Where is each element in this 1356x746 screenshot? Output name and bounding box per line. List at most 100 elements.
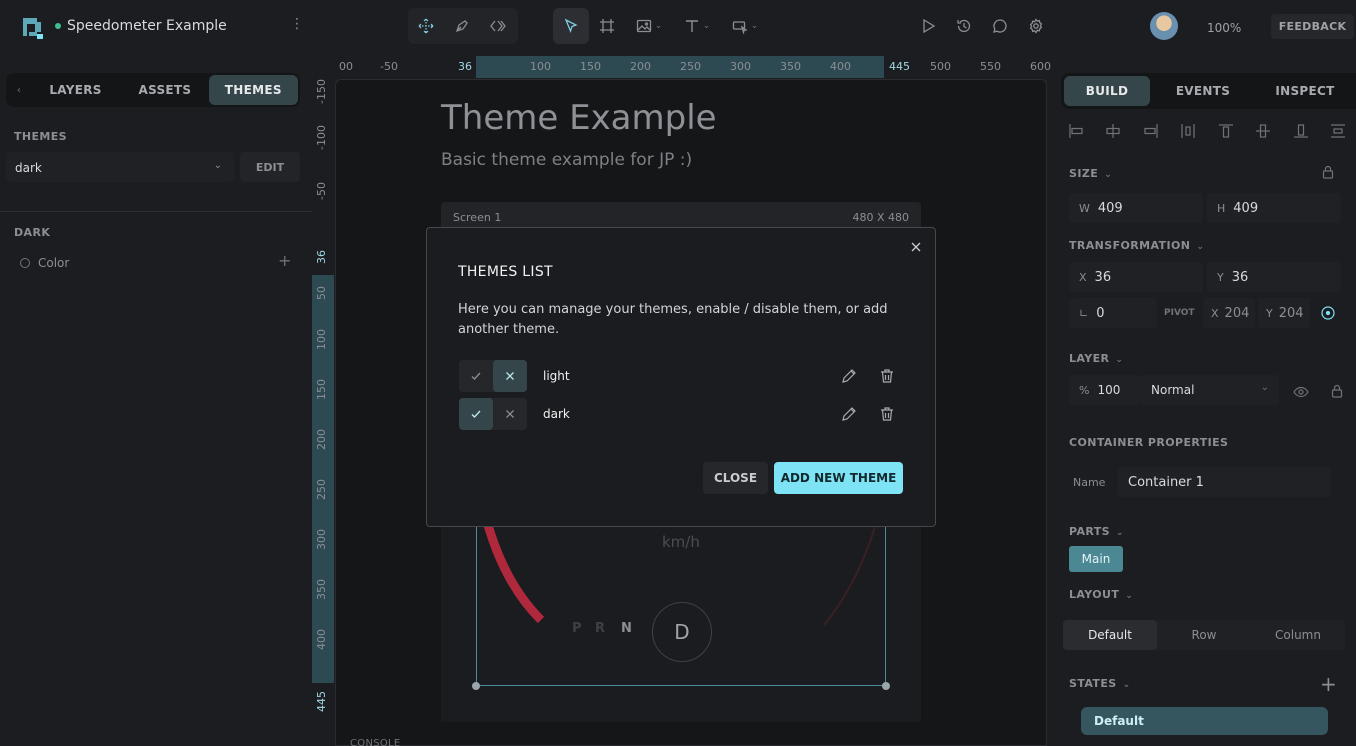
ruler-tick: 200 [315, 429, 328, 450]
pointer-icon[interactable] [553, 8, 589, 44]
add-color-icon[interactable]: + [278, 251, 291, 270]
chevron-down-icon[interactable]: ⌄ [1104, 170, 1112, 180]
layout-column-option[interactable]: Column [1251, 620, 1345, 650]
layer-section-title: LAYER ⌄ [1069, 352, 1123, 365]
ruler-tick: 150 [580, 60, 601, 73]
align-center-h-icon[interactable] [1104, 122, 1122, 140]
layout-row-option[interactable]: Row [1157, 620, 1251, 650]
chevron-down-icon[interactable]: ⌄ [1116, 528, 1124, 538]
app-logo-icon[interactable] [20, 15, 46, 41]
size-section-title: SIZE ⌄ [1069, 167, 1112, 180]
trash-icon[interactable] [879, 368, 895, 384]
zoom-level[interactable]: 100% [1207, 21, 1241, 35]
play-icon[interactable] [910, 8, 946, 44]
close-icon[interactable] [909, 240, 923, 254]
width-field[interactable]: W 409 [1069, 193, 1203, 223]
code-icon[interactable] [480, 8, 516, 44]
layout-section-title: LAYOUT ⌄ [1069, 588, 1133, 601]
gear-d-indicator: D [652, 602, 712, 662]
align-bottom-icon[interactable] [1292, 122, 1310, 140]
comment-icon[interactable] [982, 8, 1018, 44]
enable-check-icon[interactable] [459, 360, 493, 392]
container-name-field[interactable]: Container 1 [1118, 467, 1331, 497]
align-center-v-icon[interactable] [1254, 122, 1272, 140]
align-top-icon[interactable] [1217, 122, 1235, 140]
theme-toggle [459, 360, 527, 392]
x-field[interactable]: X 36 [1069, 262, 1203, 292]
image-icon[interactable]: ⌄ [625, 8, 673, 44]
parts-section-title: PARTS ⌄ [1069, 525, 1124, 538]
disable-x-icon[interactable] [493, 360, 527, 392]
tab-inspect[interactable]: INSPECT [1256, 76, 1354, 106]
pencil-icon[interactable] [841, 368, 857, 384]
dark-section-title: DARK [14, 226, 51, 239]
lock-icon[interactable] [1321, 165, 1335, 179]
layout-title-label: LAYOUT [1069, 588, 1120, 601]
ruler-tick: 200 [630, 60, 651, 73]
color-token-row[interactable]: Color [20, 256, 69, 270]
tab-events[interactable]: EVENTS [1150, 76, 1256, 106]
part-main-chip[interactable]: Main [1069, 546, 1123, 572]
theme-select[interactable]: dark ⌄ [6, 152, 234, 182]
component-icon[interactable]: ⌄ [721, 8, 769, 44]
add-new-theme-button[interactable]: ADD NEW THEME [774, 462, 903, 494]
edit-theme-button[interactable]: EDIT [240, 152, 300, 182]
close-button[interactable]: CLOSE [703, 462, 768, 494]
rotation-field[interactable]: ∟ 0 [1069, 298, 1157, 328]
align-left-icon[interactable] [1067, 122, 1085, 140]
width-value: 409 [1097, 200, 1123, 216]
settings-icon[interactable] [1018, 8, 1054, 44]
states-section-title: STATES ⌄ [1069, 677, 1131, 690]
enable-check-icon[interactable] [459, 398, 493, 430]
chevron-down-icon[interactable]: ⌄ [1196, 242, 1204, 252]
kebab-icon[interactable]: ⋮ [290, 16, 304, 32]
state-default-item[interactable]: Default [1081, 707, 1328, 735]
ruler-tick: 445 [889, 60, 910, 73]
lock-icon[interactable] [1330, 384, 1344, 398]
pivot-y-field[interactable]: Y 204 [1258, 298, 1310, 328]
resize-handle[interactable] [882, 682, 890, 690]
blend-mode-select[interactable]: Normal ⌄ [1141, 375, 1279, 405]
project-name[interactable]: Speedometer Example [55, 18, 227, 34]
disable-x-icon[interactable] [493, 398, 527, 430]
console-toggle[interactable]: CONSOLE [350, 738, 401, 746]
tab-themes[interactable]: THEMES [208, 75, 298, 105]
user-avatar[interactable] [1150, 12, 1178, 40]
gear-r: R [595, 621, 606, 636]
height-label: H [1217, 201, 1226, 215]
feedback-button[interactable]: FEEDBACK [1271, 14, 1354, 39]
chevron-down-icon[interactable]: ⌄ [1115, 355, 1123, 365]
height-field[interactable]: H 409 [1207, 193, 1341, 223]
ruler-tick: 300 [730, 60, 751, 73]
y-field[interactable]: Y 36 [1207, 262, 1341, 292]
opacity-field[interactable]: % 100 [1069, 375, 1141, 405]
ruler-tick: 250 [315, 479, 328, 500]
pencil-icon[interactable] [841, 406, 857, 422]
chevron-down-icon[interactable]: ⌄ [1123, 680, 1131, 690]
pen-icon[interactable] [444, 8, 480, 44]
layout-default-option[interactable]: Default [1063, 620, 1157, 650]
distribute-v-icon[interactable] [1329, 122, 1347, 140]
frame-icon[interactable] [589, 8, 625, 44]
pivot-target-icon[interactable] [1320, 305, 1336, 321]
color-token-label: Color [38, 256, 70, 270]
eye-icon[interactable] [1293, 384, 1309, 400]
text-icon[interactable]: ⌄ [673, 8, 721, 44]
gear-n: N [621, 621, 632, 636]
tab-assets[interactable]: ASSETS [121, 75, 208, 105]
mode-toolbar [408, 8, 518, 44]
resize-handle[interactable] [472, 682, 480, 690]
rotation-value: 0 [1096, 305, 1105, 321]
trash-icon[interactable] [879, 406, 895, 422]
tab-layers[interactable]: LAYERS [30, 75, 121, 105]
move-grid-icon[interactable] [408, 8, 444, 44]
distribute-h-icon[interactable] [1179, 122, 1197, 140]
chevron-down-icon: ⌄ [1260, 382, 1269, 393]
chevron-left-icon[interactable]: ‹ [8, 85, 30, 96]
tab-build[interactable]: BUILD [1064, 76, 1150, 106]
pivot-x-field[interactable]: X 204 [1203, 298, 1255, 328]
chevron-down-icon[interactable]: ⌄ [1125, 591, 1133, 601]
align-right-icon[interactable] [1142, 122, 1160, 140]
add-state-icon[interactable]: + [1320, 672, 1337, 696]
history-icon[interactable] [946, 8, 982, 44]
